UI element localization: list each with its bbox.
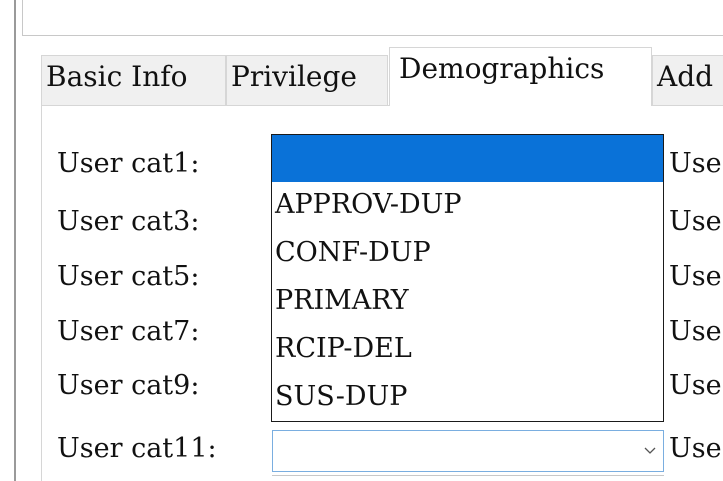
window-border [14,0,16,481]
dropdown-option-rcip-del[interactable]: RCIP-DEL [272,327,663,371]
tab-add[interactable]: Add [652,55,723,105]
tab-label: Add [657,60,714,93]
user-cat2-label: Use [669,148,722,179]
top-panel [22,0,723,36]
user-cat11-combo[interactable] [272,430,664,472]
tab-basic-info[interactable]: Basic Info [41,55,226,105]
next-field-edge [272,475,664,481]
dropdown-option-primary[interactable]: PRIMARY [272,279,663,323]
user-cat8-label: Use [669,316,722,347]
dropdown-option-approv-dup[interactable]: APPROV-DUP [272,183,663,227]
dropdown-option-blank[interactable] [272,135,663,182]
tab-privilege[interactable]: Privilege [226,55,388,105]
tab-label: Basic Info [46,60,188,93]
dropdown-option-sus-dup[interactable]: SUS-DUP [272,375,663,419]
tab-label: Demographics [399,52,605,85]
chevron-down-icon[interactable] [637,431,663,471]
user-cat4-label: Use [669,206,722,237]
user-cat9-label: User cat9: [57,370,200,401]
tab-strip: Basic Info Privilege Demographics Add [41,47,723,106]
window: Basic Info Privilege Demographics Add Us… [0,0,723,481]
user-cat6-label: Use [669,261,722,292]
user-cat1-label: User cat1: [57,148,200,179]
tab-demographics[interactable]: Demographics [389,47,652,106]
user-cat11-label: User cat11: [57,433,217,464]
user-cat12-label: Use [669,433,722,464]
user-cat5-label: User cat5: [57,261,200,292]
tab-label: Privilege [231,60,357,93]
user-cat3-label: User cat3: [57,206,200,237]
dropdown-option-conf-dup[interactable]: CONF-DUP [272,231,663,275]
user-cat7-label: User cat7: [57,316,200,347]
user-cat1-dropdown-list[interactable]: APPROV-DUP CONF-DUP PRIMARY RCIP-DEL SUS… [271,134,664,422]
user-cat10-label: Use [669,370,722,401]
